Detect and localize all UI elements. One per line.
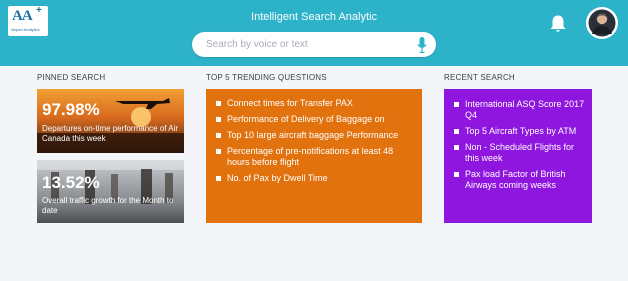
pinned-description: Departures on-time performance of Air Ca… xyxy=(42,124,179,143)
user-avatar-icon[interactable] xyxy=(586,7,618,39)
logo-subtitle: Airport Analytics xyxy=(11,27,40,32)
pinned-value: 13.52% xyxy=(42,173,100,192)
search-input[interactable]: Search by voice or text xyxy=(206,39,308,50)
recent-item[interactable]: Top 5 Aircraft Types by ATM xyxy=(452,126,586,137)
trending-item[interactable]: No. of Pax by Dwell Time xyxy=(214,173,414,184)
search-bar[interactable]: Search by voice or text xyxy=(192,32,436,57)
microphone-icon[interactable] xyxy=(417,37,427,53)
recent-search-panel: International ASQ Score 2017 Q4 Top 5 Ai… xyxy=(444,89,592,223)
trending-item[interactable]: Performance of Delivery of Baggage on xyxy=(214,114,414,125)
avatar-figure xyxy=(587,8,617,38)
bell-icon[interactable] xyxy=(549,14,567,34)
recent-search-heading: RECENT SEARCH xyxy=(444,73,515,82)
trending-item[interactable]: Percentage of pre-notifications at least… xyxy=(214,146,414,168)
trending-item[interactable]: Connect times for Transfer PAX xyxy=(214,98,414,109)
pinned-tile-traffic[interactable]: 13.52% Overall traffic growth for the Mo… xyxy=(37,160,184,223)
recent-item[interactable]: Non - Scheduled Flights for this week xyxy=(452,142,586,164)
pinned-search-heading: PINNED SEARCH xyxy=(37,73,106,82)
trending-item[interactable]: Top 10 large aircraft baggage Performanc… xyxy=(214,130,414,141)
recent-item[interactable]: Pax load Factor of British Airways comin… xyxy=(452,169,586,191)
app-title: Intelligent Search Analytic xyxy=(251,11,377,23)
trending-questions-panel: Connect times for Transfer PAX Performan… xyxy=(206,89,422,223)
pinned-value: 97.98% xyxy=(42,100,100,119)
top-bar: AA + Airport Analytics Intelligent Searc… xyxy=(0,0,628,66)
pinned-tile-departures[interactable]: 97.98% Departures on-time performance of… xyxy=(37,89,184,153)
pinned-description: Overall traffic growth for the Month to … xyxy=(42,196,174,215)
trending-heading: TOP 5 TRENDING QUESTIONS xyxy=(206,73,327,82)
recent-item[interactable]: International ASQ Score 2017 Q4 xyxy=(452,99,586,121)
